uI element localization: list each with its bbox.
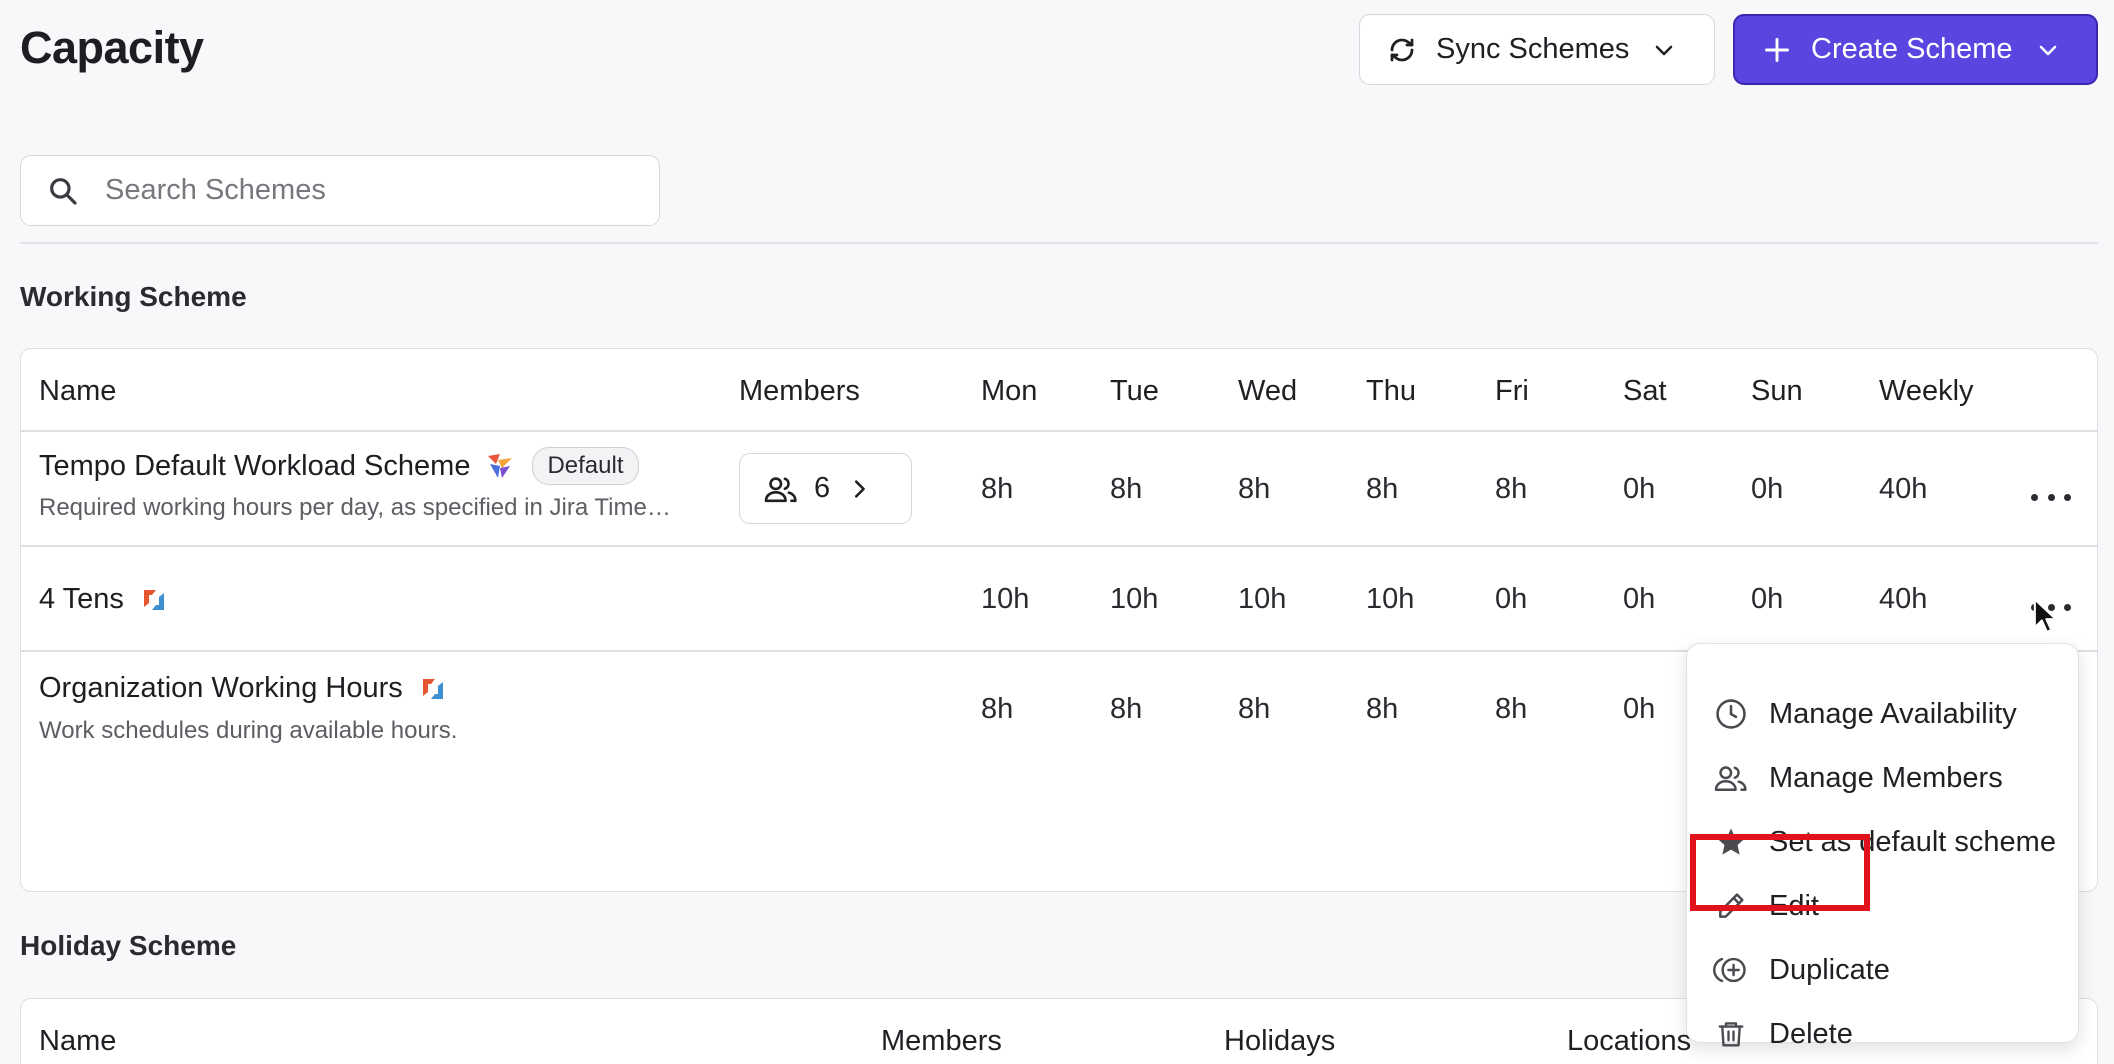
column-header-fri: Fri xyxy=(1495,375,1529,407)
column-header-members: Members xyxy=(881,1025,1002,1057)
hours-sun: 0h xyxy=(1751,473,1784,505)
search-input[interactable] xyxy=(105,174,625,207)
menu-item-delete[interactable]: Delete xyxy=(1687,1006,2078,1062)
hours-fri: 8h xyxy=(1495,473,1528,505)
hours-sat: 0h xyxy=(1623,583,1656,615)
hours-fri: 0h xyxy=(1495,583,1528,615)
search-box[interactable] xyxy=(20,155,660,226)
scheme-name-label: Organization Working Hours xyxy=(39,672,403,704)
members-count: 6 xyxy=(814,472,831,504)
duplicate-icon xyxy=(1713,952,1749,988)
column-header-name: Name xyxy=(39,1025,117,1057)
menu-item-manage-availability[interactable]: Manage Availability xyxy=(1687,686,2078,742)
column-header-weekly: Weekly xyxy=(1879,375,1974,407)
hours-wed: 10h xyxy=(1238,583,1287,615)
default-badge: Default xyxy=(532,447,639,485)
hours-thu: 8h xyxy=(1366,693,1399,725)
chevron-down-icon xyxy=(2035,37,2061,63)
sync-schemes-label: Sync Schemes xyxy=(1436,33,1630,65)
search-icon xyxy=(47,175,79,207)
create-scheme-button[interactable]: Create Scheme xyxy=(1733,14,2098,85)
scheme-app-icon xyxy=(138,584,170,616)
create-scheme-label: Create Scheme xyxy=(1811,33,2013,65)
menu-item-manage-members[interactable]: Manage Members xyxy=(1687,750,2078,806)
column-header-mon: Mon xyxy=(981,375,1038,407)
edit-highlight-box xyxy=(1690,834,1870,911)
hours-mon: 8h xyxy=(981,473,1014,505)
page-title: Capacity xyxy=(20,22,204,73)
scheme-description: Required working hours per day, as speci… xyxy=(39,494,671,521)
hours-mon: 10h xyxy=(981,583,1030,615)
users-icon xyxy=(1713,760,1749,796)
hours-sat: 0h xyxy=(1623,693,1656,725)
mouse-cursor-icon xyxy=(2032,597,2058,635)
holiday-scheme-title: Holiday Scheme xyxy=(20,930,237,961)
hours-thu: 8h xyxy=(1366,473,1399,505)
hours-tue: 8h xyxy=(1110,473,1143,505)
column-header-members: Members xyxy=(739,375,860,407)
menu-item-label: Delete xyxy=(1769,1017,1853,1050)
working-scheme-title: Working Scheme xyxy=(20,281,247,312)
hours-thu: 10h xyxy=(1366,583,1415,615)
sync-schemes-button[interactable]: Sync Schemes xyxy=(1359,14,1715,85)
scheme-description: Work schedules during available hours. xyxy=(39,717,458,744)
hours-mon: 8h xyxy=(981,693,1014,725)
hours-fri: 8h xyxy=(1495,693,1528,725)
menu-item-label: Manage Availability xyxy=(1769,697,2017,730)
scheme-name-label: 4 Tens xyxy=(39,583,124,615)
column-header-locations: Locations xyxy=(1567,1025,1692,1057)
hours-tue: 10h xyxy=(1110,583,1159,615)
hours-wed: 8h xyxy=(1238,473,1271,505)
scheme-name-label: Tempo Default Workload Scheme xyxy=(39,449,471,482)
column-header-thu: Thu xyxy=(1366,375,1416,407)
menu-item-label: Duplicate xyxy=(1769,953,1890,986)
scheme-name-tempo-default[interactable]: Tempo Default Workload Scheme Default xyxy=(39,447,639,485)
members-button[interactable]: 6 xyxy=(739,453,912,524)
row-divider xyxy=(21,545,2097,547)
plus-icon xyxy=(1761,34,1793,66)
divider xyxy=(20,242,2098,244)
column-header-tue: Tue xyxy=(1110,375,1159,407)
users-icon xyxy=(764,474,798,504)
hours-weekly: 40h xyxy=(1879,583,1928,615)
column-header-sun: Sun xyxy=(1751,375,1803,407)
scheme-name-organization-working-hours[interactable]: Organization Working Hours xyxy=(39,672,449,705)
hours-wed: 8h xyxy=(1238,693,1271,725)
column-header-sat: Sat xyxy=(1623,375,1667,407)
chevron-right-icon xyxy=(848,478,870,500)
hours-sun: 0h xyxy=(1751,583,1784,615)
column-header-name: Name xyxy=(39,375,117,407)
more-actions-button[interactable] xyxy=(2031,487,2071,507)
tempo-logo-icon xyxy=(484,450,516,482)
menu-item-label: Manage Members xyxy=(1769,761,2003,794)
hours-sat: 0h xyxy=(1623,473,1656,505)
sync-icon xyxy=(1386,34,1418,66)
column-header-wed: Wed xyxy=(1238,375,1298,407)
hours-weekly: 40h xyxy=(1879,473,1928,505)
menu-item-duplicate[interactable]: Duplicate xyxy=(1687,942,2078,998)
clock-icon xyxy=(1713,696,1749,732)
column-header-holidays: Holidays xyxy=(1224,1025,1336,1057)
scheme-name-4-tens[interactable]: 4 Tens xyxy=(39,583,170,616)
hours-tue: 8h xyxy=(1110,693,1143,725)
chevron-down-icon xyxy=(1651,37,1677,63)
scheme-app-icon xyxy=(417,673,449,705)
trash-icon xyxy=(1713,1016,1749,1052)
row-divider xyxy=(21,430,2097,432)
